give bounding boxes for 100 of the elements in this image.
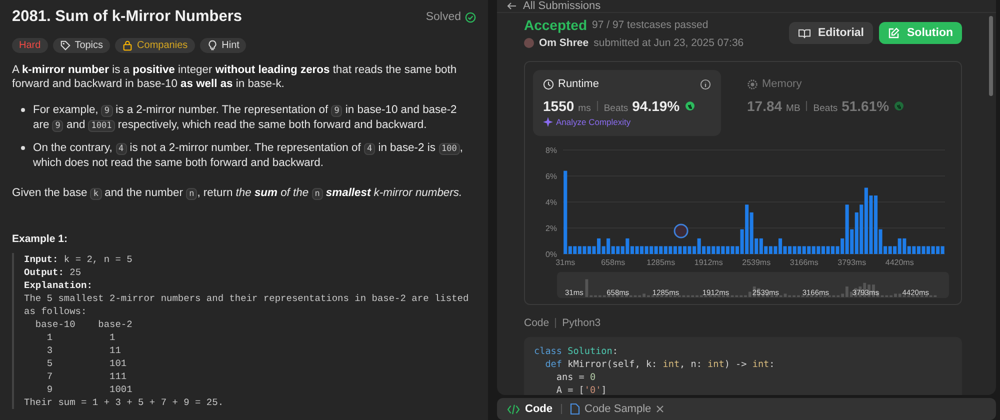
histogram-bar[interactable] — [659, 246, 663, 254]
histogram-bar[interactable] — [931, 246, 935, 254]
histogram-bar[interactable] — [712, 246, 716, 254]
histogram-bar[interactable] — [778, 238, 782, 254]
histogram-bar[interactable] — [926, 246, 930, 254]
histogram-bar[interactable] — [726, 246, 730, 254]
histogram-bar[interactable] — [845, 204, 849, 254]
histogram-bar[interactable] — [626, 238, 630, 254]
histogram-bar[interactable] — [759, 238, 763, 254]
histogram-bar[interactable] — [582, 246, 586, 254]
histogram-bar[interactable] — [884, 246, 888, 254]
histogram-bar[interactable] — [840, 238, 844, 254]
histogram-bar[interactable] — [922, 246, 926, 254]
histogram-bar[interactable] — [578, 246, 582, 254]
metric-tab[interactable]: Memory 17.84 MB Beats 51.61% — [737, 70, 925, 136]
histogram-bar[interactable] — [620, 246, 624, 254]
histogram-bar[interactable] — [898, 238, 902, 254]
histogram-bar[interactable] — [893, 246, 897, 254]
action-button[interactable]: Editorial — [788, 22, 873, 44]
histogram-bar[interactable] — [869, 196, 873, 254]
histogram-bar[interactable] — [568, 246, 572, 254]
histogram-bar[interactable] — [783, 246, 787, 254]
axis-label: 1285ms — [646, 258, 676, 266]
histogram-bar[interactable] — [730, 246, 734, 254]
histogram-bar[interactable] — [616, 246, 620, 254]
chip-icon — [747, 78, 758, 90]
histogram-bar[interactable] — [902, 238, 906, 254]
histogram-bar[interactable] — [611, 246, 615, 254]
histogram-bar[interactable] — [692, 246, 696, 254]
histogram-bar[interactable] — [678, 246, 682, 254]
histogram-bar[interactable] — [745, 204, 749, 254]
histogram-bar[interactable] — [735, 246, 740, 254]
histogram-bar[interactable] — [750, 212, 754, 254]
histogram-bar[interactable] — [635, 246, 639, 254]
histogram-bar[interactable] — [850, 229, 854, 254]
histogram-bar[interactable] — [774, 246, 778, 254]
histogram-bar[interactable] — [682, 246, 687, 254]
histogram-bar[interactable] — [688, 246, 692, 254]
histogram-bar[interactable] — [592, 246, 596, 254]
histogram-bar[interactable] — [936, 246, 940, 254]
histogram-bar[interactable] — [878, 229, 882, 254]
editor-tab[interactable]: Code Sample — [570, 403, 664, 415]
histogram-bar[interactable] — [816, 246, 820, 254]
histogram-bar[interactable] — [654, 246, 658, 254]
histogram-bar[interactable] — [740, 229, 744, 254]
histogram-bar[interactable] — [664, 246, 668, 254]
metric-tab[interactable]: Runtime 1550 ms Beats 94.19% Analyze Complexity — [533, 70, 721, 136]
editor-tab[interactable]: Code — [507, 403, 552, 415]
histogram-bar[interactable] — [640, 246, 644, 254]
histogram-bar[interactable] — [888, 246, 892, 254]
histogram-bar[interactable] — [812, 246, 816, 254]
histogram-bar[interactable] — [754, 238, 758, 254]
histogram-bar[interactable] — [864, 188, 868, 254]
histogram-bar[interactable] — [854, 212, 858, 254]
histogram-bar[interactable] — [697, 238, 701, 254]
histogram-bar[interactable] — [602, 246, 606, 254]
histogram-bar[interactable] — [606, 238, 610, 254]
histogram-bar[interactable] — [668, 246, 672, 254]
histogram-bar[interactable] — [564, 170, 568, 254]
back-arrow-icon[interactable] — [507, 2, 517, 10]
axis-label: 658ms — [601, 258, 626, 266]
histogram-bar[interactable] — [630, 246, 634, 254]
tag-chip[interactable]: Topics — [52, 38, 110, 53]
histogram-bar[interactable] — [792, 246, 796, 254]
histogram-bar[interactable] — [802, 246, 806, 254]
histogram-bar[interactable] — [597, 238, 601, 254]
histogram-bar[interactable] — [721, 246, 725, 254]
back-link[interactable]: All Submissions — [523, 0, 601, 12]
scrollbar[interactable] — [989, 16, 993, 96]
histogram-bar[interactable] — [573, 246, 577, 254]
histogram-bar[interactable] — [702, 246, 706, 254]
author-name[interactable]: Om Shree — [539, 37, 589, 49]
histogram-bar[interactable] — [830, 246, 835, 254]
histogram-bar[interactable] — [644, 246, 648, 254]
histogram-bar[interactable] — [907, 246, 911, 254]
histogram-bar[interactable] — [940, 246, 944, 254]
histogram-bar[interactable] — [821, 246, 826, 254]
example-line: Input: k = 2, n = 5 — [24, 253, 134, 266]
histogram-bar[interactable] — [826, 246, 830, 254]
histogram-bar[interactable] — [788, 246, 792, 254]
histogram-bar[interactable] — [912, 246, 916, 254]
histogram-bar[interactable] — [764, 246, 768, 254]
histogram-bar[interactable] — [836, 246, 840, 254]
histogram-bar[interactable] — [768, 246, 772, 254]
histogram-bar[interactable] — [716, 246, 720, 254]
histogram-bar[interactable] — [587, 246, 592, 254]
histogram-bar[interactable] — [706, 246, 710, 254]
histogram-bar[interactable] — [807, 246, 811, 254]
tag-chip[interactable]: Hint — [200, 38, 246, 53]
histogram-bar[interactable] — [916, 246, 921, 254]
close-icon[interactable] — [656, 405, 664, 413]
histogram-bar[interactable] — [798, 246, 802, 254]
info-icon[interactable] — [700, 78, 711, 90]
histogram-bar[interactable] — [860, 204, 864, 254]
tag-chip[interactable]: Companies — [115, 38, 195, 53]
book-icon — [798, 28, 811, 38]
histogram-bar[interactable] — [874, 196, 878, 254]
histogram-bar[interactable] — [650, 246, 654, 254]
avatar — [524, 38, 534, 48]
histogram-bar[interactable] — [673, 246, 677, 254]
